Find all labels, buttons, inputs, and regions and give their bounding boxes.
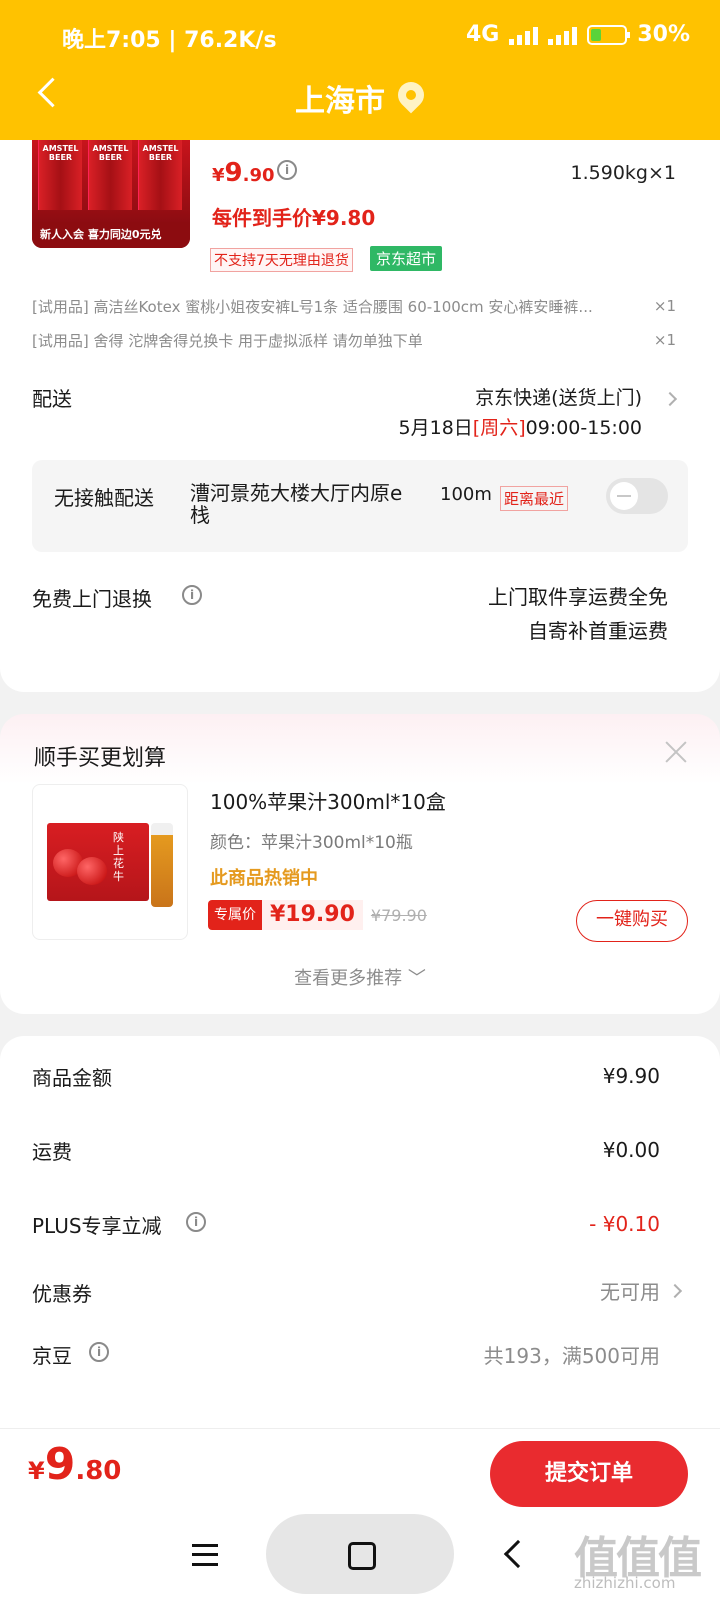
delivery-time[interactable]: 5月18日[周六]09:00-15:00	[399, 413, 642, 440]
trial-qty: ×1	[653, 331, 676, 349]
top-bar: 晚上7:05 | 76.2K/s 4G 30% 上海市	[0, 0, 720, 140]
total-price: ¥9.80	[28, 1439, 122, 1490]
hand-price: 每件到手价¥9.80	[212, 206, 376, 230]
signal-icon	[509, 25, 539, 45]
one-click-buy-button[interactable]: 一键购买	[576, 900, 688, 942]
checkout-bar: ¥9.80 提交订单	[0, 1428, 720, 1514]
contactless-delivery: 无接触配送 漕河景苑大楼大厅内原e栈 100m 距离最近	[32, 460, 688, 552]
info-icon[interactable]: i	[182, 585, 202, 605]
signal-icon-2	[548, 25, 578, 45]
beer-can: AMSTEL BEER	[88, 140, 132, 210]
close-icon[interactable]	[664, 740, 688, 764]
info-icon[interactable]: i	[89, 1342, 109, 1362]
menu-icon[interactable]	[192, 1544, 218, 1566]
see-more-recommend[interactable]: 查看更多推荐 ﹀	[0, 964, 720, 990]
exclusive-price-tag: 专属价	[208, 900, 262, 930]
summary-shipping-value: ¥0.00	[602, 1138, 660, 1162]
recommend-old-price: ¥79.90	[370, 905, 427, 925]
apple-graphic	[77, 857, 107, 885]
home-icon[interactable]	[266, 1514, 454, 1594]
summary-plus-value: - ¥0.10	[589, 1212, 660, 1236]
network-label: 4G	[465, 22, 500, 47]
no-return-badge: 不支持7天无理由退货	[210, 248, 353, 272]
product-image[interactable]: AMSTEL BEER AMSTEL BEER AMSTEL BEER 新人入会…	[32, 140, 190, 248]
chevron-down-icon: ﹀	[407, 968, 426, 989]
status-time: 晚上7:05 | 76.2K/s	[62, 28, 277, 53]
battery-level: 30%	[637, 22, 690, 47]
summary-goods-label: 商品金额	[32, 1066, 112, 1090]
status-right: 4G 30%	[466, 22, 690, 47]
contactless-distance: 100m	[440, 484, 492, 505]
trial-item: [试用品] 舍得 沱牌舍得兑换卡 用于虚拟派样 请勿单独下单	[32, 332, 423, 350]
summary-coupon-value[interactable]: 无可用	[600, 1276, 660, 1305]
nearest-badge: 距离最近	[500, 486, 569, 511]
product-weight-qty: 1.590kg×1	[570, 162, 676, 184]
box-label: 陕上花牛	[113, 831, 124, 883]
city-title[interactable]: 上海市	[0, 76, 720, 120]
summary-plus-label: PLUS专享立减	[32, 1214, 162, 1238]
summary-coupon-label: 优惠券	[32, 1282, 92, 1306]
info-icon[interactable]: i	[277, 160, 297, 180]
info-icon[interactable]: i	[186, 1212, 206, 1232]
battery-icon	[587, 24, 631, 45]
free-return-label: 免费上门退换	[32, 587, 152, 611]
return-line-2: 自寄补首重运费	[528, 619, 668, 643]
delivery-label: 配送	[32, 387, 72, 411]
juice-bottle	[151, 823, 173, 907]
watermark-site: zhizhizhi.com	[574, 1574, 676, 1592]
summary-jingdou-value: 共193，满500可用	[483, 1344, 660, 1368]
product-price: ¥9.90	[212, 158, 275, 188]
recommend-price: ¥19.90	[262, 900, 363, 930]
recommend-product-color: 颜色：苹果汁300ml*10瓶	[210, 833, 413, 853]
beer-can: AMSTEL BEER	[38, 140, 82, 210]
contactless-toggle[interactable]	[606, 478, 668, 514]
contactless-title: 无接触配送	[54, 486, 154, 510]
submit-order-button[interactable]: 提交订单	[490, 1441, 688, 1507]
juice-box: 陕上花牛	[47, 823, 149, 901]
contactless-address: 漕河景苑大楼大厅内原e栈	[190, 481, 403, 527]
delivery-method[interactable]: 京东快递(送货上门)	[475, 383, 642, 410]
trial-item: [试用品] 高洁丝Kotex 蜜桃小姐夜安裤L号1条 适合腰围 60-100cm…	[32, 298, 593, 316]
beer-can: AMSTEL BEER	[138, 140, 182, 210]
jd-supermarket-badge: 京东超市	[370, 246, 443, 271]
trial-qty: ×1	[653, 297, 676, 315]
recommend-product-image[interactable]: 陕上花牛	[32, 784, 188, 940]
recommend-price-box: 专属价 ¥19.90 ¥79.90	[208, 900, 427, 930]
status-bar: 晚上7:05 | 76.2K/s 4G 30%	[0, 18, 720, 54]
recommend-card: 顺手买更划算 陕上花牛 100%苹果汁300ml*10盒 颜色：苹果汁300ml…	[0, 714, 720, 1014]
nav-back-icon[interactable]	[503, 1539, 533, 1569]
summary-card: 商品金额 ¥9.90 运费 ¥0.00 PLUS专享立减 i - ¥0.10 优…	[0, 1036, 720, 1436]
chevron-right-icon[interactable]	[667, 1283, 683, 1299]
summary-jingdou-label: 京豆	[32, 1344, 72, 1368]
summary-goods-value: ¥9.90	[602, 1064, 660, 1088]
summary-shipping-label: 运费	[32, 1140, 72, 1164]
product-image-banner: 新人入会 喜力同边0元兑	[32, 222, 190, 248]
recommend-product-name[interactable]: 100%苹果汁300ml*10盒	[210, 786, 446, 815]
hot-selling-label: 此商品热销中	[210, 868, 318, 889]
recommend-title: 顺手买更划算	[34, 746, 167, 771]
return-line-1: 上门取件享运费全免	[488, 585, 668, 609]
